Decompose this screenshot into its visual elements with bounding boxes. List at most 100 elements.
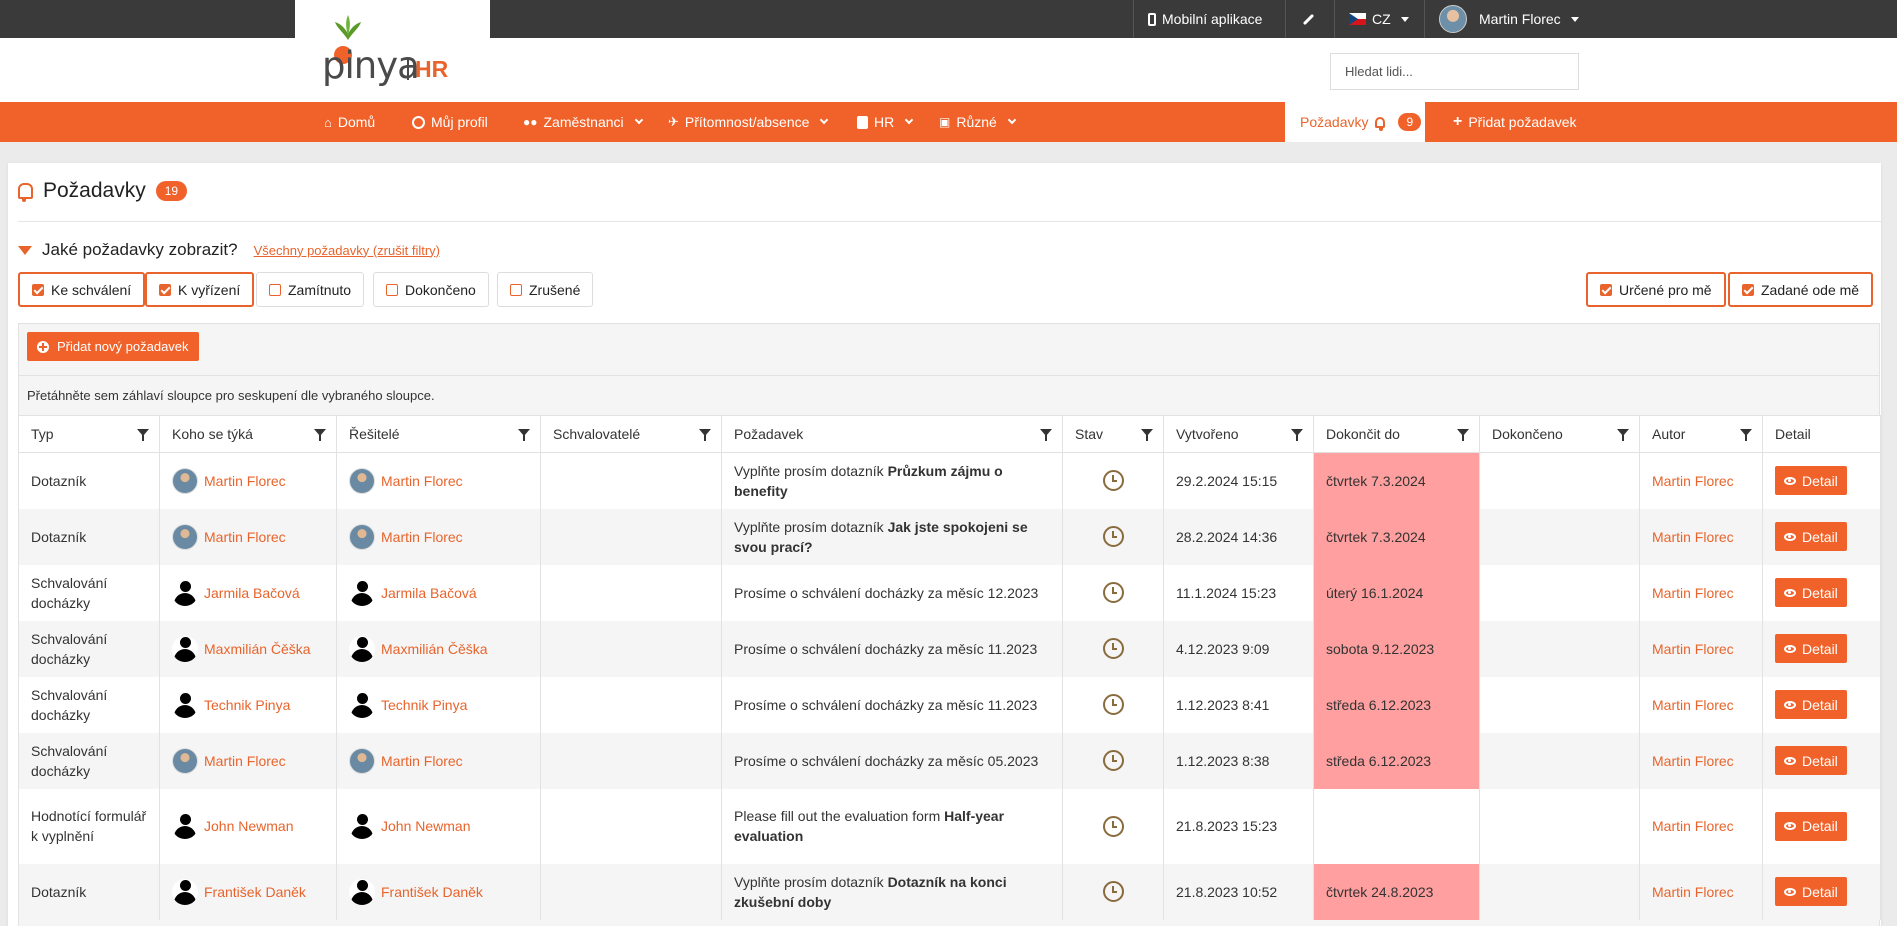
user-menu[interactable]: Martin Florec [1424, 0, 1594, 38]
table-row[interactable]: Schvalování docházky Jarmila Bačová Jarmil… [18, 564, 1881, 621]
nav-requests[interactable]: Požadavky 9 [1285, 102, 1425, 142]
column-header-subject[interactable]: Koho se týká [159, 415, 337, 453]
subject-person-link[interactable]: Jarmila Bačová [204, 583, 300, 603]
cell-solver: Jarmila Bačová [336, 564, 541, 621]
author-link[interactable]: Martin Florec [1652, 529, 1734, 545]
table-row[interactable]: Schvalování docházky Technik Pinya Technik… [18, 676, 1881, 733]
filter-chip-to-approve[interactable]: Ke schválení [18, 272, 146, 307]
subject-person-link[interactable]: John Newman [204, 816, 294, 836]
detail-button[interactable]: Detail [1775, 690, 1847, 719]
due-date: středa 6.12.2023 [1326, 752, 1432, 769]
nav-requests-label: Požadavky [1300, 114, 1369, 130]
table-row[interactable]: Schvalování docházky Martin Florec Martin … [18, 732, 1881, 789]
created-date: 28.2.2024 14:36 [1176, 528, 1278, 545]
solver-person-link[interactable]: Martin Florec [381, 527, 463, 547]
nav-misc[interactable]: ▣ Různé [939, 102, 1017, 142]
clock-icon [1102, 750, 1124, 771]
mobile-app-link[interactable]: Mobilní aplikace [1133, 0, 1276, 38]
author-link[interactable]: Martin Florec [1652, 697, 1734, 713]
filter-icon[interactable] [314, 429, 326, 441]
nav-attendance[interactable]: ✈ Přítomnost/absence [668, 102, 829, 142]
filter-icon[interactable] [1291, 429, 1303, 441]
filter-icon[interactable] [1040, 429, 1052, 441]
nav-hr[interactable]: HR [857, 102, 914, 142]
column-header-completed[interactable]: Dokončeno [1479, 415, 1640, 453]
nav-profile[interactable]: Můj profil [412, 102, 488, 142]
filter-icon[interactable] [137, 429, 149, 441]
filter-chip-created-by-me[interactable]: Zadané ode mě [1728, 272, 1874, 307]
group-by-drop-zone[interactable]: Přetáhněte sem záhlaví sloupce pro sesku… [18, 375, 1880, 415]
people-search-input[interactable] [1330, 53, 1579, 90]
nav-add-request[interactable]: + Přidat požadavek [1437, 102, 1897, 142]
column-header-approvers[interactable]: Schvalovatelé [540, 415, 722, 453]
detail-button[interactable]: Detail [1775, 811, 1847, 841]
author-link[interactable]: Martin Florec [1652, 818, 1734, 834]
nav-hr-label: HR [874, 114, 895, 130]
language-label: CZ [1372, 11, 1391, 27]
chevron-down-icon [820, 115, 829, 125]
solver-person-link[interactable]: Technik Pinya [381, 695, 467, 715]
filter-chip-cancelled[interactable]: Zrušené [497, 272, 594, 307]
checkbox-icon [386, 283, 398, 296]
detail-button[interactable]: Detail [1775, 466, 1847, 496]
column-header-created[interactable]: Vytvořeno [1163, 415, 1314, 453]
solver-person-link[interactable]: John Newman [381, 816, 471, 836]
detail-button[interactable]: Detail [1775, 746, 1847, 775]
author-link[interactable]: Martin Florec [1652, 753, 1734, 769]
subject-person-link[interactable]: Martin Florec [204, 751, 286, 771]
column-header-author[interactable]: Autor [1639, 415, 1763, 453]
solver-person-link[interactable]: Maxmilián Čěška [381, 639, 488, 659]
subject-person-link[interactable]: Technik Pinya [204, 695, 290, 715]
logo[interactable]: pinya HR [295, 0, 490, 102]
nav-employees[interactable]: ●● Zaměstnanci [523, 102, 643, 142]
solver-person-link[interactable]: Martin Florec [381, 471, 463, 491]
solver-person-link[interactable]: Jarmila Bačová [381, 583, 477, 603]
author-link[interactable]: Martin Florec [1652, 473, 1734, 489]
filter-icon[interactable] [1141, 429, 1153, 441]
filter-chip-assigned-to-me[interactable]: Určené pro mě [1586, 272, 1726, 307]
filter-icon[interactable] [1740, 429, 1752, 441]
filter-icon[interactable] [699, 429, 711, 441]
checkbox-checked-icon [32, 283, 44, 296]
cell-completed [1479, 620, 1640, 677]
language-selector[interactable]: CZ [1334, 0, 1423, 38]
detail-button-label: Detail [1802, 640, 1838, 657]
author-link[interactable]: Martin Florec [1652, 585, 1734, 601]
filter-chip-completed[interactable]: Dokončeno [373, 272, 489, 307]
nav-home[interactable]: ⌂ Domů [324, 102, 375, 142]
column-header-due[interactable]: Dokončit do [1313, 415, 1480, 453]
table-row[interactable]: Dotazník Martin Florec Martin Florec Vyplňt… [18, 508, 1881, 565]
column-header-solvers[interactable]: Řešitelé [336, 415, 541, 453]
table-row[interactable]: Hodnotící formulář k vyplnění John Newman… [18, 788, 1881, 864]
filter-chip-label: Určené pro mě [1619, 281, 1712, 298]
subject-person-link[interactable]: Martin Florec [204, 471, 286, 491]
column-header-status[interactable]: Stav [1062, 415, 1164, 453]
column-header-type[interactable]: Typ [18, 415, 160, 453]
user-name: Martin Florec [1479, 11, 1561, 27]
created-date: 21.8.2023 10:52 [1176, 883, 1278, 900]
author-link[interactable]: Martin Florec [1652, 884, 1734, 900]
solver-person-link[interactable]: František Daněk [381, 882, 483, 902]
filter-chip-to-process[interactable]: K vyřízení [145, 272, 255, 307]
table-row[interactable]: Schvalování docházky Maxmilián Čěška Maxmi… [18, 620, 1881, 677]
filter-icon[interactable] [518, 429, 530, 441]
settings-wrench-button[interactable] [1285, 0, 1331, 38]
cell-solver: Martin Florec [336, 732, 541, 789]
reset-filters-link[interactable]: Všechny požadavky (zrušit filtry) [254, 243, 440, 258]
filter-chip-rejected[interactable]: Zamítnuto [256, 272, 365, 307]
solver-person-link[interactable]: Martin Florec [381, 751, 463, 771]
column-header-request[interactable]: Požadavek [721, 415, 1063, 453]
detail-button[interactable]: Detail [1775, 578, 1847, 607]
subject-person-link[interactable]: František Daněk [204, 882, 306, 902]
subject-person-link[interactable]: Martin Florec [204, 527, 286, 547]
subject-person-link[interactable]: Maxmilián Čěška [204, 639, 311, 659]
author-link[interactable]: Martin Florec [1652, 641, 1734, 657]
table-row[interactable]: Dotazník František Daněk František Daněk Vy… [18, 863, 1881, 920]
filter-icon[interactable] [1617, 429, 1629, 441]
add-new-request-button[interactable]: Přidat nový požadavek [27, 332, 199, 361]
filter-icon[interactable] [1457, 429, 1469, 441]
detail-button[interactable]: Detail [1775, 877, 1847, 906]
detail-button[interactable]: Detail [1775, 522, 1847, 551]
detail-button[interactable]: Detail [1775, 634, 1847, 663]
table-row[interactable]: Dotazník Martin Florec Martin Florec Vyplňt… [18, 452, 1881, 509]
